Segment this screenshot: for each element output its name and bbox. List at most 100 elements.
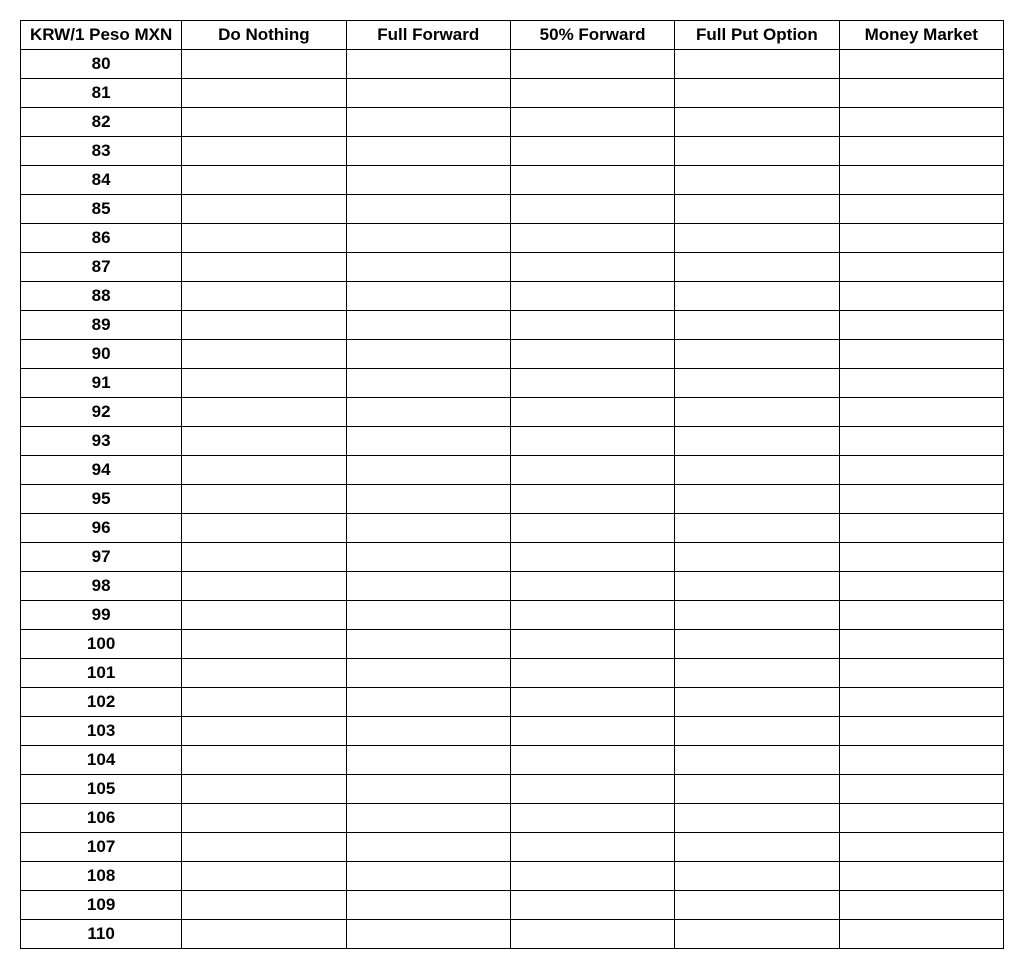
value-cell xyxy=(675,833,839,862)
value-cell xyxy=(182,79,346,108)
rate-cell: 82 xyxy=(21,108,182,137)
value-cell xyxy=(346,398,510,427)
value-cell xyxy=(346,833,510,862)
value-cell xyxy=(182,282,346,311)
value-cell xyxy=(510,340,674,369)
rate-cell: 103 xyxy=(21,717,182,746)
header-full-put: Full Put Option xyxy=(675,21,839,50)
value-cell xyxy=(510,543,674,572)
rate-cell: 97 xyxy=(21,543,182,572)
table-row: 93 xyxy=(21,427,1004,456)
value-cell xyxy=(675,920,839,949)
value-cell xyxy=(675,862,839,891)
table-body: 8081828384858687888990919293949596979899… xyxy=(21,50,1004,949)
value-cell xyxy=(510,282,674,311)
value-cell xyxy=(346,79,510,108)
value-cell xyxy=(839,920,1003,949)
value-cell xyxy=(510,862,674,891)
header-row: KRW/1 Peso MXN Do Nothing Full Forward 5… xyxy=(21,21,1004,50)
value-cell xyxy=(839,79,1003,108)
value-cell xyxy=(510,253,674,282)
value-cell xyxy=(839,427,1003,456)
value-cell xyxy=(346,862,510,891)
rate-cell: 96 xyxy=(21,514,182,543)
rate-cell: 86 xyxy=(21,224,182,253)
value-cell xyxy=(839,253,1003,282)
value-cell xyxy=(510,891,674,920)
value-cell xyxy=(510,833,674,862)
value-cell xyxy=(510,311,674,340)
value-cell xyxy=(839,717,1003,746)
table-row: 86 xyxy=(21,224,1004,253)
table-row: 87 xyxy=(21,253,1004,282)
rate-cell: 81 xyxy=(21,79,182,108)
value-cell xyxy=(182,572,346,601)
value-cell xyxy=(182,746,346,775)
value-cell xyxy=(182,543,346,572)
value-cell xyxy=(675,224,839,253)
rate-cell: 92 xyxy=(21,398,182,427)
table-row: 95 xyxy=(21,485,1004,514)
value-cell xyxy=(675,311,839,340)
value-cell xyxy=(182,195,346,224)
value-cell xyxy=(675,340,839,369)
rate-cell: 88 xyxy=(21,282,182,311)
value-cell xyxy=(839,311,1003,340)
value-cell xyxy=(346,195,510,224)
value-cell xyxy=(839,891,1003,920)
value-cell xyxy=(346,572,510,601)
value-cell xyxy=(346,456,510,485)
value-cell xyxy=(182,166,346,195)
value-cell xyxy=(839,833,1003,862)
value-cell xyxy=(346,804,510,833)
value-cell xyxy=(675,775,839,804)
value-cell xyxy=(510,717,674,746)
value-cell xyxy=(346,50,510,79)
value-cell xyxy=(675,50,839,79)
value-cell xyxy=(346,543,510,572)
value-cell xyxy=(510,514,674,543)
value-cell xyxy=(839,572,1003,601)
value-cell xyxy=(839,485,1003,514)
table-row: 89 xyxy=(21,311,1004,340)
value-cell xyxy=(675,746,839,775)
value-cell xyxy=(510,688,674,717)
value-cell xyxy=(182,804,346,833)
value-cell xyxy=(839,166,1003,195)
value-cell xyxy=(182,659,346,688)
value-cell xyxy=(346,108,510,137)
value-cell xyxy=(675,166,839,195)
value-cell xyxy=(182,311,346,340)
value-cell xyxy=(346,253,510,282)
value-cell xyxy=(839,456,1003,485)
table-row: 110 xyxy=(21,920,1004,949)
value-cell xyxy=(182,630,346,659)
value-cell xyxy=(675,369,839,398)
value-cell xyxy=(346,514,510,543)
value-cell xyxy=(182,50,346,79)
value-cell xyxy=(182,485,346,514)
rate-cell: 101 xyxy=(21,659,182,688)
value-cell xyxy=(182,717,346,746)
table-row: 91 xyxy=(21,369,1004,398)
value-cell xyxy=(839,282,1003,311)
value-cell xyxy=(346,340,510,369)
header-do-nothing: Do Nothing xyxy=(182,21,346,50)
table-row: 82 xyxy=(21,108,1004,137)
table-row: 107 xyxy=(21,833,1004,862)
value-cell xyxy=(839,601,1003,630)
table-row: 103 xyxy=(21,717,1004,746)
rate-cell: 110 xyxy=(21,920,182,949)
table-row: 94 xyxy=(21,456,1004,485)
value-cell xyxy=(182,601,346,630)
table-header: KRW/1 Peso MXN Do Nothing Full Forward 5… xyxy=(21,21,1004,50)
table-row: 88 xyxy=(21,282,1004,311)
rate-cell: 105 xyxy=(21,775,182,804)
rate-cell: 91 xyxy=(21,369,182,398)
value-cell xyxy=(675,804,839,833)
table-row: 96 xyxy=(21,514,1004,543)
table-row: 105 xyxy=(21,775,1004,804)
rate-cell: 93 xyxy=(21,427,182,456)
value-cell xyxy=(346,920,510,949)
rate-cell: 102 xyxy=(21,688,182,717)
